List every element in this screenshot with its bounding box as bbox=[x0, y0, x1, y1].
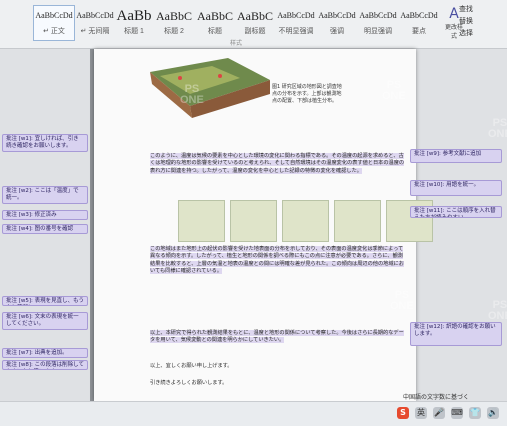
tray-icon[interactable]: 英 bbox=[415, 407, 427, 419]
change-styles-icon: A bbox=[449, 6, 459, 22]
comment-balloon[interactable]: 批注 [w9]: 参考文献に追加 bbox=[410, 149, 502, 163]
style-sample: AaBb bbox=[116, 8, 152, 24]
watermark: PSONE bbox=[488, 118, 507, 140]
watermark-line: ONE bbox=[488, 128, 507, 140]
watermark-line: ONE bbox=[180, 94, 204, 106]
tray-icon[interactable]: 🎤 bbox=[433, 407, 445, 419]
map-marker bbox=[218, 74, 222, 78]
style-label: ↵ 正文 bbox=[43, 28, 65, 35]
figure-thumbnail bbox=[178, 200, 225, 242]
find-command[interactable]: 查找 bbox=[459, 4, 501, 16]
figure-thumbnail bbox=[230, 200, 277, 242]
style-tile[interactable]: AaBbCcDd 不明显强调 bbox=[276, 6, 316, 40]
tray-icon[interactable]: ⌨ bbox=[451, 407, 463, 419]
watermark-line: ONE bbox=[488, 310, 507, 322]
style-sample: AaBbC bbox=[197, 9, 233, 23]
style-label: 要点 bbox=[412, 28, 426, 35]
paragraph-1: このように、温度は気候の要素を中心とした環境の変化に関わる指標である。その温度の… bbox=[150, 153, 406, 175]
style-label: 不明显强调 bbox=[278, 28, 314, 35]
comment-balloon[interactable]: 批注 [w5]: 表現を見直し、もう少し簡潔に。 bbox=[2, 296, 88, 306]
comment-balloon[interactable]: 批注 [w12]: 訳語の確認をお願いします。 bbox=[410, 322, 502, 346]
select-command[interactable]: 选择 bbox=[459, 28, 501, 40]
watermark: PSONE bbox=[180, 84, 204, 106]
style-label: ↵ 无间隔 bbox=[80, 28, 110, 35]
style-tile[interactable]: AaBbC 副标题 bbox=[236, 6, 274, 40]
style-sample: AaBbCcDd bbox=[359, 11, 397, 20]
editing-commands: 查找 替换 选择 bbox=[459, 4, 501, 40]
comment-balloon[interactable]: 批注 [w10]: 用語を統一。 bbox=[410, 180, 502, 196]
comment-balloon[interactable]: 批注 [w3]: 修正済み bbox=[2, 210, 88, 220]
style-tile[interactable]: AaBbC 标题 bbox=[196, 6, 234, 40]
thumbnail-figures bbox=[178, 200, 433, 242]
paragraph-3: 以上、本研究で得られた観測結果をもとに、温度と地形の関係について考察した。今後は… bbox=[150, 330, 406, 345]
style-tile[interactable]: AaBbCcDd ↵ 无间隔 bbox=[76, 6, 114, 40]
style-sample: AaBbC bbox=[156, 9, 192, 23]
style-sample: AaBbCcDd bbox=[318, 11, 356, 20]
watermark-line: ONE bbox=[382, 90, 406, 102]
watermark-line: ONE bbox=[390, 300, 414, 312]
highlighted-text[interactable]: 以上、本研究で得られた観測結果をもとに、温度と地形の関係について考察した。今後は… bbox=[150, 330, 404, 344]
style-label: 标题 bbox=[208, 28, 222, 35]
style-sample: AaBbCcDd bbox=[76, 11, 114, 20]
comment-balloon[interactable]: 批注 [w8]: この段落は削除してもよいかと思います。 bbox=[2, 360, 88, 370]
style-label: 明显强调 bbox=[364, 28, 392, 35]
comment-balloon[interactable]: 批注 [w1]: 宜しければ、引き続き確認をお願いします。 bbox=[2, 134, 88, 152]
tray-icon[interactable]: 🔊 bbox=[487, 407, 499, 419]
figure-thumbnail bbox=[282, 200, 329, 242]
highlighted-text[interactable]: このように、温度は気候の要素を中心とした環境の変化に関わる指標である。その温度の… bbox=[150, 153, 405, 174]
taskbar: S 英 🎤 ⌨ 👕 🔊 bbox=[0, 401, 507, 426]
style-tile[interactable]: AaBbCcDd 要点 bbox=[400, 6, 438, 40]
styles-ribbon: AaBbCcDd ↵ 正文 AaBbCcDd ↵ 无间隔 AaBb 标题 1 AaBbC 标题… bbox=[0, 0, 507, 49]
comment-balloon[interactable]: 批注 [w6]: 文末の表現を統一してください。 bbox=[2, 312, 88, 330]
map-marker bbox=[178, 76, 182, 80]
comment-balloon[interactable]: 批注 [w4]: 图の番号を確認 bbox=[2, 224, 88, 234]
replace-command[interactable]: 替换 bbox=[459, 16, 501, 28]
paragraph-2: この地域はまた地形上の起伏の影響を受けた地表面の分布を示しており、その表面の温度… bbox=[150, 246, 406, 276]
comment-balloon[interactable]: 批注 [w7]: 出典を追加。 bbox=[2, 348, 88, 358]
closing-line-1: 以上、宜しくお願い申し上げます。 bbox=[150, 363, 233, 369]
tray-icon[interactable]: S bbox=[397, 407, 409, 419]
word-count-note: 中国語の文字数に基づく bbox=[403, 394, 470, 401]
style-label: 标题 1 bbox=[124, 28, 144, 35]
figure-thumbnail bbox=[334, 200, 381, 242]
comment-balloon[interactable]: 批注 [w11]: ここは順序を入れ替えた方が読みやすい。 bbox=[410, 206, 502, 218]
watermark: PSONE bbox=[390, 290, 414, 312]
style-label: 标题 2 bbox=[164, 28, 184, 35]
style-label: 强调 bbox=[330, 28, 344, 35]
terrain-map-figure bbox=[150, 58, 270, 118]
style-tile[interactable]: AaBbC 标题 2 bbox=[154, 6, 194, 40]
system-tray: S 英 🎤 ⌨ 👕 🔊 bbox=[397, 407, 499, 419]
style-tile[interactable]: AaBbCcDd ↵ 正文 bbox=[33, 5, 75, 41]
style-sample: AaBbCcDd bbox=[277, 11, 315, 20]
highlighted-text[interactable]: この地域はまた地形上の起伏の影響を受けた地表面の分布を示しており、その表面の温度… bbox=[150, 246, 404, 275]
watermark: PSONE bbox=[488, 300, 507, 322]
style-sample: AaBbCcDd bbox=[35, 11, 73, 20]
watermark: PSONE bbox=[382, 80, 406, 102]
style-sample: AaBbCcDd bbox=[400, 11, 438, 20]
style-sample: AaBbC bbox=[237, 9, 273, 23]
style-tile[interactable]: AaBb 标题 1 bbox=[116, 6, 152, 40]
tray-icon[interactable]: 👕 bbox=[469, 407, 481, 419]
closing-line-2: 引き続きよろしくお願いします。 bbox=[150, 380, 228, 386]
styles-group-caption: 样式 bbox=[230, 40, 243, 47]
style-tile[interactable]: AaBbCcDd 强调 bbox=[318, 6, 356, 40]
style-label: 副标题 bbox=[244, 28, 266, 35]
comment-balloon[interactable]: 批注 [w2]: ここは「温度」で統一。 bbox=[2, 186, 88, 204]
figure-caption: 图1 研究区域の地形図と調査地点の分布を示す。上部は観測地点の配置、下部は植生分… bbox=[272, 84, 342, 104]
style-tile[interactable]: AaBbCcDd 明显强调 bbox=[358, 6, 398, 40]
